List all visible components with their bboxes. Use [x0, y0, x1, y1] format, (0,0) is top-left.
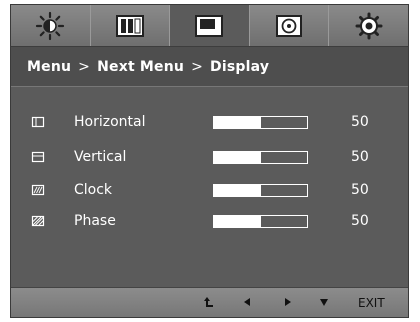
slider-fill: [214, 151, 261, 163]
breadcrumb-current: Display: [210, 58, 270, 75]
setting-label: Phase: [74, 213, 116, 229]
slider-fill: [214, 184, 261, 196]
down-arrow-icon: [320, 299, 328, 306]
horizontal-slider[interactable]: [213, 115, 308, 129]
slider-fill: [214, 215, 261, 227]
setting-value: 50: [351, 114, 369, 130]
display-icon: [195, 14, 224, 37]
setting-label: Horizontal: [74, 114, 146, 130]
slider-fill: [214, 116, 261, 128]
osd-menu-panel: Menu > Next Menu > Display Horizontal 50…: [10, 4, 409, 318]
setting-label: Clock: [74, 182, 113, 198]
tab-bar: [11, 5, 408, 47]
tab-display[interactable]: [170, 5, 250, 46]
exit-button[interactable]: EXIT: [358, 296, 385, 310]
return-button[interactable]: [203, 296, 215, 308]
setting-label: Vertical: [74, 149, 127, 165]
right-button[interactable]: [284, 298, 291, 306]
right-arrow-icon: [285, 298, 291, 306]
return-arrow-icon: [204, 297, 213, 307]
setting-row-phase[interactable]: Phase 50: [11, 209, 408, 233]
brightness-icon: [36, 11, 65, 40]
breadcrumb: Menu > Next Menu > Display: [11, 47, 408, 87]
disc-icon: [276, 14, 303, 37]
setting-value: 50: [351, 149, 369, 165]
breadcrumb-separator: >: [191, 58, 204, 75]
vertical-position-icon: [31, 151, 45, 163]
clock-slider[interactable]: [213, 183, 308, 197]
tab-contrast[interactable]: [91, 5, 171, 46]
phase-slider[interactable]: [213, 214, 308, 228]
horizontal-position-icon: [31, 116, 45, 128]
tab-disc[interactable]: [250, 5, 330, 46]
setting-row-clock[interactable]: Clock 50: [11, 178, 408, 202]
breadcrumb-separator: >: [78, 58, 91, 75]
vertical-slider[interactable]: [213, 150, 308, 164]
left-button[interactable]: [244, 298, 251, 306]
setting-value: 50: [351, 182, 369, 198]
footer-bar: EXIT: [11, 287, 408, 317]
left-arrow-icon: [244, 298, 250, 306]
tab-brightness[interactable]: [11, 5, 91, 46]
setting-row-vertical[interactable]: Vertical 50: [11, 145, 408, 169]
breadcrumb-menu: Menu: [27, 58, 72, 75]
breadcrumb-next-menu: Next Menu: [97, 58, 185, 75]
clock-icon: [31, 184, 45, 196]
contrast-icon: [115, 14, 144, 37]
phase-icon: [31, 215, 45, 227]
settings-gear-icon: [355, 12, 383, 39]
setting-value: 50: [351, 213, 369, 229]
tab-settings[interactable]: [329, 5, 408, 46]
down-button[interactable]: [320, 299, 328, 306]
setting-row-horizontal[interactable]: Horizontal 50: [11, 110, 408, 134]
